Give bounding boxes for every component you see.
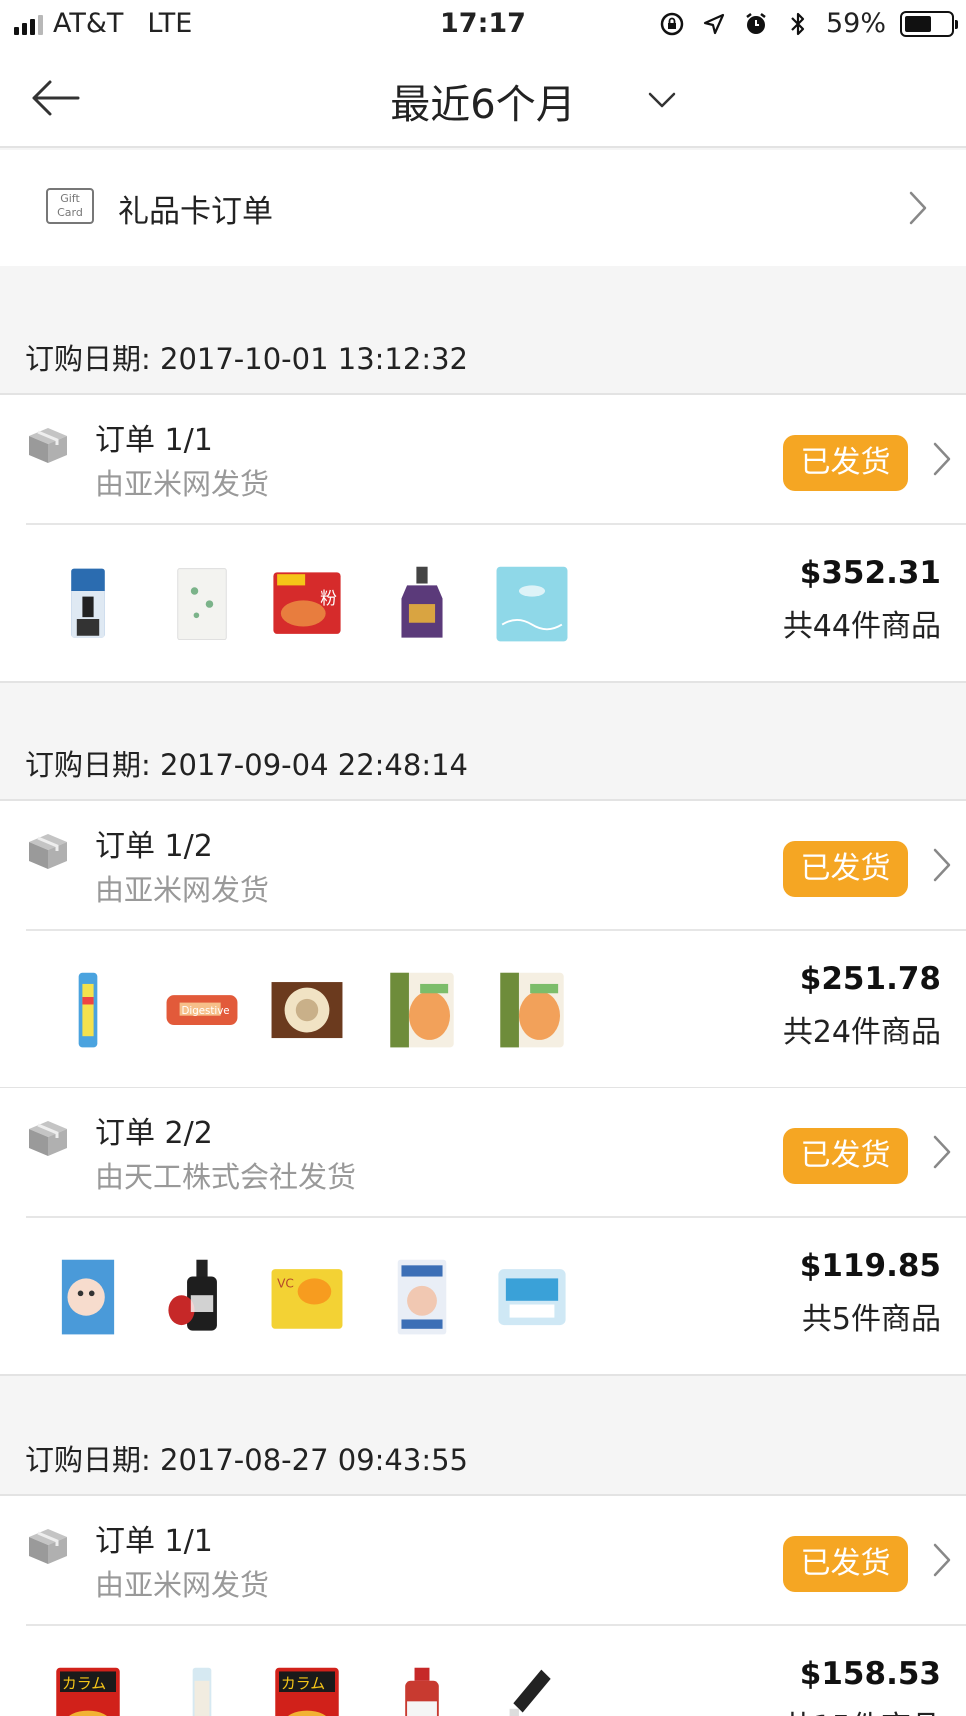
order-card[interactable]: 订单 1/1 由亚米网发货 已发货 カラム カラム $158.53 共15件商品 xyxy=(0,1494,966,1716)
order-price: $158.53 xyxy=(799,1656,941,1692)
page-title[interactable]: 最近6个月 xyxy=(0,72,966,130)
order-item-count: 共24件商品 xyxy=(782,1015,941,1050)
product-thumbnail-bread-pack[interactable] xyxy=(490,969,574,1053)
package-icon xyxy=(26,831,70,871)
svg-text:カラム: カラム xyxy=(281,1674,325,1692)
order-shipper: 由天工株式会社发货 xyxy=(95,1160,357,1194)
product-thumbnail-dropper-bottle[interactable] xyxy=(160,1256,244,1340)
order-date-header: 订购日期: 2017-10-01 13:12:32 xyxy=(25,342,468,376)
order-title: 订单 1/2 xyxy=(95,829,213,864)
order-price: $251.78 xyxy=(799,961,941,997)
svg-text:カラム: カラム xyxy=(62,1674,106,1692)
order-date-header: 订购日期: 2017-09-04 22:48:14 xyxy=(25,748,468,782)
product-thumbnail-liquor-bottle[interactable] xyxy=(380,563,464,647)
order-title: 订单 1/1 xyxy=(95,1524,213,1559)
battery-icon xyxy=(900,10,958,37)
status-badge: 已发货 xyxy=(783,435,908,491)
order-title: 订单 2/2 xyxy=(95,1116,213,1151)
chevron-right-icon[interactable] xyxy=(928,1540,956,1580)
status-badge: 已发货 xyxy=(783,841,908,897)
nav-bar: 最近6个月 xyxy=(0,48,966,148)
product-thumbnail-noodle-pack[interactable]: 粉 xyxy=(265,563,349,647)
chevron-right-icon[interactable] xyxy=(928,439,956,479)
status-badge: 已发货 xyxy=(783,1128,908,1184)
chevron-right-icon[interactable] xyxy=(928,1132,956,1172)
order-shipper: 由亚米网发货 xyxy=(95,1568,270,1602)
product-thumbnail-blue-mask[interactable] xyxy=(490,563,574,647)
status-badge: 已发货 xyxy=(783,1536,908,1592)
package-icon xyxy=(26,1118,70,1158)
order-price: $119.85 xyxy=(799,1248,941,1284)
order-item-count: 共15件商品 xyxy=(783,1702,941,1716)
product-thumbnail-medicine-bottle[interactable] xyxy=(380,1664,464,1716)
chevron-right-icon xyxy=(904,188,932,228)
product-thumbnail-white-pack[interactable] xyxy=(160,563,244,647)
order-item-count: 共44件商品 xyxy=(782,609,941,644)
order-title: 订单 1/1 xyxy=(95,423,213,458)
alarm-icon xyxy=(742,10,770,38)
battery-percent: 59% xyxy=(825,8,886,39)
order-card[interactable]: 订单 1/1 由亚米网发货 已发货 粉 $352.31 共44件商品 xyxy=(0,393,966,683)
order-date-header: 订购日期: 2017-08-27 09:43:55 xyxy=(25,1443,468,1477)
product-thumbnail-bread-pack[interactable] xyxy=(380,969,464,1053)
location-icon xyxy=(700,10,728,38)
gift-card-icon: Gift Card xyxy=(46,188,94,224)
package-icon xyxy=(26,1526,70,1566)
order-card[interactable]: 订单 2/2 由天工株式会社发货 已发货 VC $119.85 共5件商品 xyxy=(0,1088,966,1376)
package-icon xyxy=(26,425,70,465)
product-thumbnail-vitamin-mask[interactable]: VC xyxy=(265,1256,349,1340)
bluetooth-icon xyxy=(784,10,812,38)
product-thumbnail-face-mask[interactable] xyxy=(380,1256,464,1340)
product-thumbnail-chip-bag[interactable]: カラム xyxy=(265,1664,349,1716)
order-card[interactable]: 订单 1/2 由亚米网发货 已发货 Digestive $251.78 共24件… xyxy=(0,799,966,1089)
order-shipper: 由亚米网发货 xyxy=(95,467,270,501)
product-thumbnail-sheet-mask[interactable] xyxy=(490,1256,574,1340)
chevron-right-icon[interactable] xyxy=(928,845,956,885)
rotation-lock-icon xyxy=(658,10,686,38)
product-thumbnail-cake-box[interactable] xyxy=(265,969,349,1053)
product-thumbnail-dropper[interactable] xyxy=(490,1664,574,1716)
chevron-down-icon xyxy=(648,92,676,108)
order-shipper: 由亚米网发货 xyxy=(95,873,270,907)
gift-card-orders-row[interactable]: Gift Card 礼品卡订单 xyxy=(0,150,966,266)
period-dropdown-button[interactable] xyxy=(640,80,684,120)
order-price: $352.31 xyxy=(799,555,941,591)
product-thumbnail-serum-bottle[interactable] xyxy=(46,563,130,647)
gift-card-label: 礼品卡订单 xyxy=(118,194,273,230)
svg-text:VC: VC xyxy=(277,1277,294,1291)
status-bar: AT&T LTE 17:17 59% xyxy=(0,0,966,48)
svg-text:粉: 粉 xyxy=(320,588,337,608)
product-thumbnail-candy-stick[interactable] xyxy=(46,969,130,1053)
product-thumbnail-biscuit-roll[interactable]: Digestive xyxy=(160,969,244,1053)
product-thumbnail-chip-bag[interactable]: カラム xyxy=(46,1664,130,1716)
order-item-count: 共5件商品 xyxy=(801,1302,941,1337)
product-thumbnail-stick-pack[interactable] xyxy=(160,1664,244,1716)
svg-text:Digestive: Digestive xyxy=(181,1005,229,1017)
product-thumbnail-baby-mask[interactable] xyxy=(46,1256,130,1340)
